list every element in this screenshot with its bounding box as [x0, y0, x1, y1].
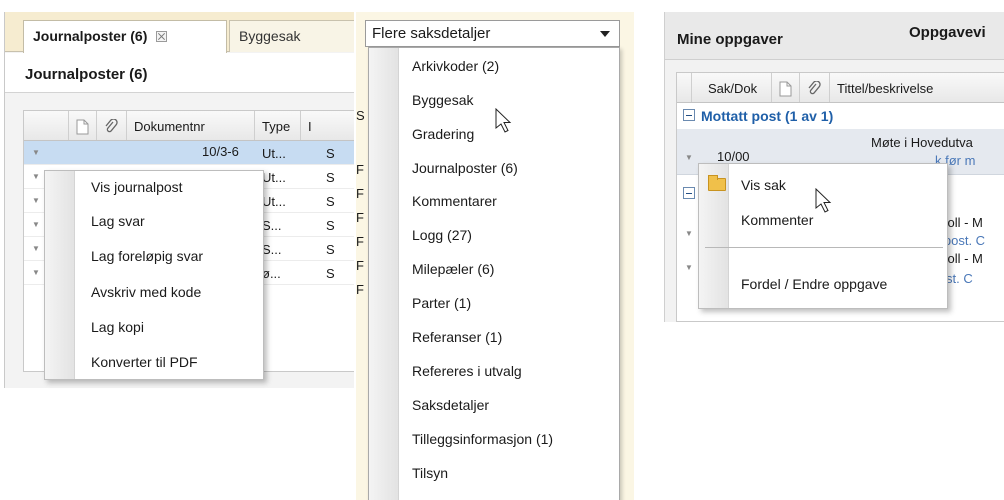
panel-header: Mine oppgaver Oppgavevi: [665, 12, 1004, 60]
row-title: Møte i Hovedutva: [871, 135, 973, 150]
menu-item-lag-forelopig-svar[interactable]: Lag foreløpig svar: [91, 248, 203, 264]
row-cell: Ut...: [262, 194, 286, 209]
attachment-column[interactable]: [799, 73, 829, 102]
menu-item-lag-kopi[interactable]: Lag kopi: [91, 319, 144, 335]
expand-arrow-icon[interactable]: ▼: [32, 148, 40, 157]
option-arkivkoder[interactable]: Arkivkoder (2): [412, 58, 499, 74]
tab-journalposter[interactable]: Journalposter (6): [23, 20, 227, 53]
option-kommentarer[interactable]: Kommentarer: [412, 193, 497, 209]
menu-gutter: [369, 48, 399, 500]
background-fragment: F: [356, 258, 364, 273]
menu-item-avskriv-med-kode[interactable]: Avskriv med kode: [91, 284, 201, 300]
row-cell: S: [326, 146, 335, 161]
table-row[interactable]: ▼ 10/3-6 Ut... S: [24, 141, 354, 165]
tab-bar: Journalposter (6) Byggesak: [5, 12, 354, 53]
row-cell: ø...: [262, 266, 281, 281]
option-referanser[interactable]: Referanser (1): [412, 329, 502, 345]
background-fragment: F: [356, 234, 364, 249]
mouse-pointer-icon: [495, 108, 512, 133]
group-mottatt-post[interactable]: Mottatt post (1 av 1): [677, 104, 1004, 128]
dropdown-value: Flere saksdetaljer: [372, 25, 491, 42]
background-fragment: S: [356, 108, 365, 123]
row-doc: 10/3-6: [202, 144, 239, 159]
column-sak-dok[interactable]: Sak/Dok: [691, 73, 771, 102]
menu-item-vis-journalpost[interactable]: Vis journalpost: [91, 179, 183, 195]
saksdetaljer-panel: Flere saksdetaljer S F F F F F F Arkivko…: [356, 12, 634, 500]
option-refereres-i-utvalg[interactable]: Refereres i utvalg: [412, 363, 522, 379]
expand-arrow-icon[interactable]: ▼: [32, 244, 40, 253]
saksdetaljer-dropdown[interactable]: Flere saksdetaljer: [365, 20, 620, 47]
expand-arrow-icon[interactable]: ▼: [685, 153, 693, 162]
collapse-icon[interactable]: [683, 109, 695, 121]
expand-arrow-icon[interactable]: ▼: [32, 196, 40, 205]
option-parter[interactable]: Parter (1): [412, 295, 471, 311]
menu-item-vis-sak[interactable]: Vis sak: [741, 177, 786, 193]
expand-arrow-icon[interactable]: ▼: [32, 268, 40, 277]
row-cell: S: [326, 218, 335, 233]
tab-journalposter-label: Journalposter (6): [33, 28, 148, 44]
column-dokumentnr[interactable]: Dokumentnr: [126, 111, 254, 140]
folder-icon: [708, 175, 726, 191]
expand-arrow-icon[interactable]: ▼: [32, 220, 40, 229]
row-cell: Ut...: [262, 170, 286, 185]
menu-separator: [705, 247, 943, 248]
option-tilleggsinformasjon[interactable]: Tilleggsinformasjon (1): [412, 431, 553, 447]
option-logg[interactable]: Logg (27): [412, 227, 472, 243]
background-fragment: F: [356, 282, 364, 297]
journalpost-context-menu: Vis journalpost Lag svar Lag foreløpig s…: [44, 170, 264, 380]
dropdown-list: Arkivkoder (2) Byggesak Gradering Journa…: [368, 47, 620, 500]
expand-arrow-icon[interactable]: ▼: [685, 263, 693, 272]
option-saksdetaljer[interactable]: Saksdetaljer: [412, 397, 489, 413]
row-cell: S: [326, 170, 335, 185]
menu-item-lag-svar[interactable]: Lag svar: [91, 213, 145, 229]
column-type[interactable]: Type: [254, 111, 300, 140]
oppgavevisning-title: Oppgavevi: [909, 24, 986, 41]
chevron-down-icon: [600, 31, 610, 37]
grid-header: Dokumentnr Type I: [24, 111, 354, 141]
document-icon-column[interactable]: [68, 111, 96, 140]
option-byggesak[interactable]: Byggesak: [412, 92, 473, 108]
menu-item-kommenter[interactable]: Kommenter: [741, 212, 813, 228]
row-cell: Ut...: [262, 146, 286, 161]
row-cell: S...: [262, 242, 282, 257]
row-cell: S: [326, 266, 335, 281]
collapse-icon[interactable]: [683, 187, 695, 199]
document-icon-column[interactable]: [771, 73, 799, 102]
tab-byggesak-label: Byggesak: [239, 28, 301, 44]
background-fragment: F: [356, 210, 364, 225]
expand-arrow-icon[interactable]: ▼: [685, 229, 693, 238]
paperclip-icon: [808, 80, 821, 95]
menu-gutter: [45, 171, 75, 379]
document-icon: [76, 119, 89, 135]
background-fragment: F: [356, 186, 364, 201]
page-title: Mine oppgaver: [677, 31, 783, 48]
option-tilsyn[interactable]: Tilsyn: [412, 465, 448, 481]
background-fragment: F: [356, 162, 364, 177]
column-tittel-beskrivelse[interactable]: Tittel/beskrivelse: [829, 73, 1004, 102]
document-icon: [779, 81, 792, 97]
tab-byggesak[interactable]: Byggesak: [229, 20, 354, 52]
menu-item-fordel-endre-oppgave[interactable]: Fordel / Endre oppgave: [741, 276, 887, 292]
row-cell: S...: [262, 218, 282, 233]
attachment-column[interactable]: [96, 111, 126, 140]
grid-header: Sak/Dok Tittel/beskrivelse: [677, 73, 1004, 103]
close-tab-icon[interactable]: [156, 31, 168, 42]
paperclip-icon: [105, 118, 118, 133]
column-i[interactable]: I: [300, 111, 354, 140]
row-cell: S: [326, 194, 335, 209]
group-label: Mottatt post (1 av 1): [701, 108, 834, 124]
oppgave-context-menu: Vis sak Kommenter Fordel / Endre oppgave: [698, 163, 948, 309]
expand-arrow-icon[interactable]: ▼: [32, 172, 40, 181]
row-id: 10/00: [717, 149, 750, 164]
option-journalposter[interactable]: Journalposter (6): [412, 160, 518, 176]
row-cell: S: [326, 242, 335, 257]
option-milepaeler[interactable]: Milepæler (6): [412, 261, 494, 277]
menu-item-konverter-til-pdf[interactable]: Konverter til PDF: [91, 354, 198, 370]
option-gradering[interactable]: Gradering: [412, 126, 474, 142]
pane-title: Journalposter (6): [5, 53, 354, 93]
mouse-pointer-icon: [815, 188, 832, 213]
